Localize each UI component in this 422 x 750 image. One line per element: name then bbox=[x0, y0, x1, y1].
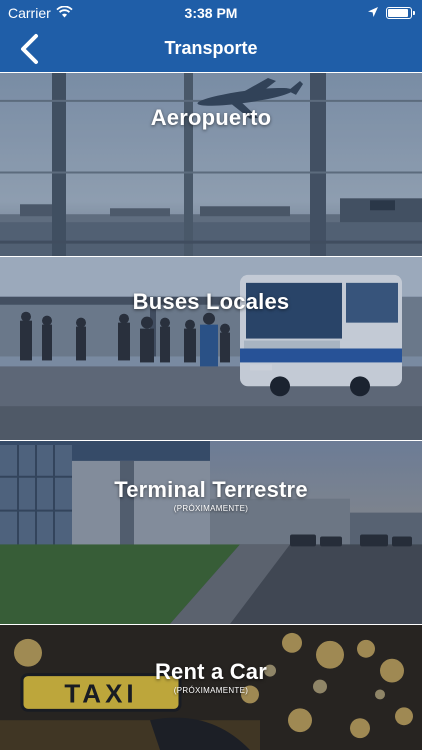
tile-text: Terminal Terrestre (PRÓXIMAMENTE) bbox=[0, 477, 422, 513]
tile-label: Rent a Car bbox=[154, 659, 268, 684]
location-arrow-icon bbox=[368, 5, 378, 21]
tile-buses-locales[interactable]: Buses Locales bbox=[0, 256, 422, 440]
tile-terminal-terrestre[interactable]: Terminal Terrestre (PRÓXIMAMENTE) bbox=[0, 440, 422, 624]
tile-aeropuerto[interactable]: Aeropuerto bbox=[0, 72, 422, 256]
tile-subtitle: (PRÓXIMAMENTE) bbox=[173, 504, 249, 513]
status-right bbox=[368, 5, 415, 21]
battery-icon bbox=[386, 7, 415, 19]
app-header: Carrier 3:38 PM Transporte bbox=[0, 0, 422, 72]
tile-label: Buses Locales bbox=[132, 289, 290, 314]
tile-text: Aeropuerto bbox=[0, 105, 422, 131]
tile-label: Terminal Terrestre bbox=[114, 477, 308, 502]
status-bar: Carrier 3:38 PM bbox=[0, 0, 422, 26]
status-time: 3:38 PM bbox=[184, 5, 238, 21]
tile-subtitle: (PRÓXIMAMENTE) bbox=[173, 686, 249, 695]
battery-level bbox=[388, 9, 408, 17]
page-title: Transporte bbox=[164, 38, 258, 58]
tile-overlay bbox=[0, 441, 422, 624]
tile-overlay bbox=[0, 73, 422, 256]
navigation-bar: Transporte bbox=[0, 26, 422, 72]
tile-rent-a-car[interactable]: TAXI Rent a Car (PRÓXIMAMENTE) bbox=[0, 624, 422, 750]
tile-text: Buses Locales bbox=[0, 289, 422, 315]
tile-text: Rent a Car (PRÓXIMAMENTE) bbox=[0, 659, 422, 695]
tile-overlay bbox=[0, 257, 422, 440]
tile-label: Aeropuerto bbox=[150, 105, 272, 130]
